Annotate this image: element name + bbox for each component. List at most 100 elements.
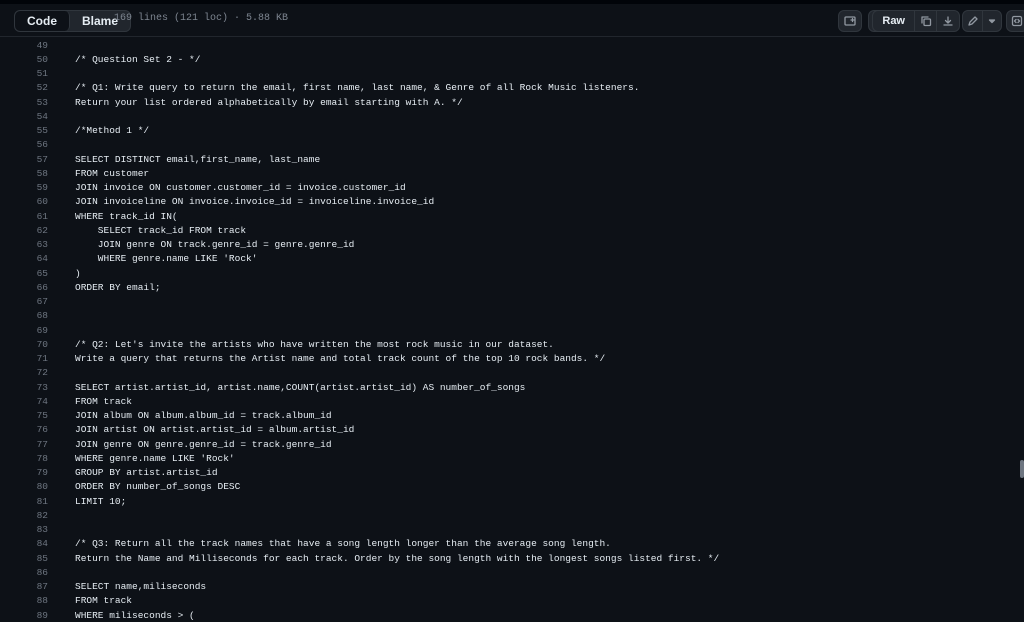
line-number[interactable]: 57	[0, 154, 48, 165]
line-content: /* Q2: Let's invite the artists who have…	[75, 338, 554, 350]
line-number[interactable]: 59	[0, 182, 48, 193]
download-icon	[943, 16, 953, 26]
line-number[interactable]: 75	[0, 410, 48, 421]
code-line: 51	[0, 67, 1020, 81]
line-content: SELECT artist.artist_id, artist.name,COU…	[75, 381, 526, 393]
line-content: SELECT name,miliseconds	[75, 581, 207, 593]
line-content: FROM track	[75, 395, 133, 407]
raw-button[interactable]: Raw	[873, 11, 915, 31]
line-number[interactable]: 56	[0, 139, 48, 150]
code-line: 77 JOIN genre ON genre.genre_id = track.g…	[0, 437, 1020, 451]
line-number[interactable]: 60	[0, 196, 48, 207]
line-content: )	[75, 267, 81, 279]
line-number[interactable]: 50	[0, 54, 48, 65]
code-square-icon	[1011, 15, 1023, 27]
code-line: 60 JOIN invoiceline ON invoice.invoice_id…	[0, 195, 1020, 209]
line-number[interactable]: 49	[0, 40, 48, 51]
line-content: JOIN album ON album.album_id = track.alb…	[75, 410, 332, 422]
code-line: 74 FROM track	[0, 394, 1020, 408]
line-content: WHERE track_id IN(	[75, 210, 178, 222]
line-content: JOIN invoiceline ON invoice.invoice_id =…	[75, 196, 435, 208]
code-line: 53 Return your list ordered alphabeticall…	[0, 95, 1020, 109]
line-number[interactable]: 53	[0, 97, 48, 108]
line-content: SELECT DISTINCT email,first_name, last_n…	[75, 153, 321, 165]
line-number[interactable]: 58	[0, 168, 48, 179]
line-number[interactable]: 74	[0, 396, 48, 407]
symbols-panel-icon	[844, 16, 856, 26]
code-line: 85 Return the Name and Milliseconds for e…	[0, 551, 1020, 565]
code-line: 82	[0, 508, 1020, 522]
line-number[interactable]: 82	[0, 510, 48, 521]
line-number[interactable]: 65	[0, 268, 48, 279]
line-number[interactable]: 52	[0, 82, 48, 93]
code-line: 86	[0, 565, 1020, 579]
line-number[interactable]: 80	[0, 481, 48, 492]
edit-button[interactable]	[963, 11, 983, 31]
code-line: 55 /*Method 1 */	[0, 124, 1020, 138]
line-number[interactable]: 79	[0, 467, 48, 478]
line-number[interactable]: 61	[0, 211, 48, 222]
line-number[interactable]: 72	[0, 367, 48, 378]
code-line: 83	[0, 523, 1020, 537]
line-number[interactable]: 51	[0, 68, 48, 79]
line-content: WHERE genre.name LIKE 'Rock'	[75, 253, 258, 265]
code-line: 75 JOIN album ON album.album_id = track.a…	[0, 409, 1020, 423]
code-line: 49	[0, 38, 1020, 52]
line-content: WHERE miliseconds > (	[75, 609, 195, 621]
line-number[interactable]: 62	[0, 225, 48, 236]
code-view: 49 50 /* Question Set 2 - */ 51 52 /* Q1: Wri…	[0, 37, 1024, 621]
code-line: 58 FROM customer	[0, 166, 1020, 180]
line-number[interactable]: 70	[0, 339, 48, 350]
line-content: /* Q3: Return all the track names that h…	[75, 538, 611, 550]
line-number[interactable]: 81	[0, 496, 48, 507]
line-content: Return the Name and Milliseconds for eac…	[75, 552, 720, 564]
code-line: 56	[0, 138, 1020, 152]
line-number[interactable]: 86	[0, 567, 48, 578]
line-number[interactable]: 68	[0, 310, 48, 321]
line-number[interactable]: 63	[0, 239, 48, 250]
pencil-icon	[967, 16, 978, 26]
code-line: 84 /* Q3: Return all the track names that…	[0, 537, 1020, 551]
line-content: ORDER BY number_of_songs DESC	[75, 481, 241, 493]
line-number[interactable]: 87	[0, 581, 48, 592]
code-line: 52 /* Q1: Write query to return the email…	[0, 81, 1020, 95]
code-line: 72	[0, 366, 1020, 380]
line-number[interactable]: 85	[0, 553, 48, 564]
code-line: 78 WHERE genre.name LIKE 'Rock'	[0, 451, 1020, 465]
code-line: 73 SELECT artist.artist_id, artist.name,C…	[0, 380, 1020, 394]
code-line: 76 JOIN artist ON artist.artist_id = albu…	[0, 423, 1020, 437]
line-number[interactable]: 69	[0, 325, 48, 336]
triangle-down-icon	[988, 19, 996, 24]
code-line: 87 SELECT name,miliseconds	[0, 580, 1020, 594]
copy-raw-button[interactable]	[915, 11, 937, 31]
code-line: 65)	[0, 266, 1020, 280]
code-tab[interactable]: Code	[15, 11, 70, 31]
file-toolbar: Code Blame 169 lines (121 loc) · 5.88 KB…	[0, 4, 1024, 37]
line-content: /*Method 1 */	[75, 125, 150, 137]
line-number[interactable]: 84	[0, 538, 48, 549]
symbols-sidebar-button[interactable]	[1006, 10, 1024, 32]
line-content: /* Q1: Write query to return the email, …	[75, 82, 640, 94]
download-button[interactable]	[937, 11, 959, 31]
line-number[interactable]: 54	[0, 111, 48, 122]
edit-menu-button[interactable]	[983, 11, 1001, 31]
line-number[interactable]: 77	[0, 439, 48, 450]
symbols-button[interactable]	[838, 10, 862, 32]
line-number[interactable]: 89	[0, 610, 48, 621]
line-number[interactable]: 76	[0, 424, 48, 435]
line-number[interactable]: 66	[0, 282, 48, 293]
line-number[interactable]: 67	[0, 296, 48, 307]
line-number[interactable]: 71	[0, 353, 48, 364]
code-line: 69	[0, 323, 1020, 337]
line-number[interactable]: 64	[0, 253, 48, 264]
line-number[interactable]: 78	[0, 453, 48, 464]
line-number[interactable]: 55	[0, 125, 48, 136]
scrollbar-handle[interactable]	[1020, 460, 1024, 478]
line-number[interactable]: 83	[0, 524, 48, 535]
line-number[interactable]: 88	[0, 595, 48, 606]
line-number[interactable]: 73	[0, 382, 48, 393]
code-line: 68	[0, 309, 1020, 323]
line-content: GROUP BY artist.artist_id	[75, 467, 218, 479]
code-line: 66 ORDER BY email;	[0, 280, 1020, 294]
code-line: 63 JOIN genre ON track.genre_id = genre.…	[0, 238, 1020, 252]
